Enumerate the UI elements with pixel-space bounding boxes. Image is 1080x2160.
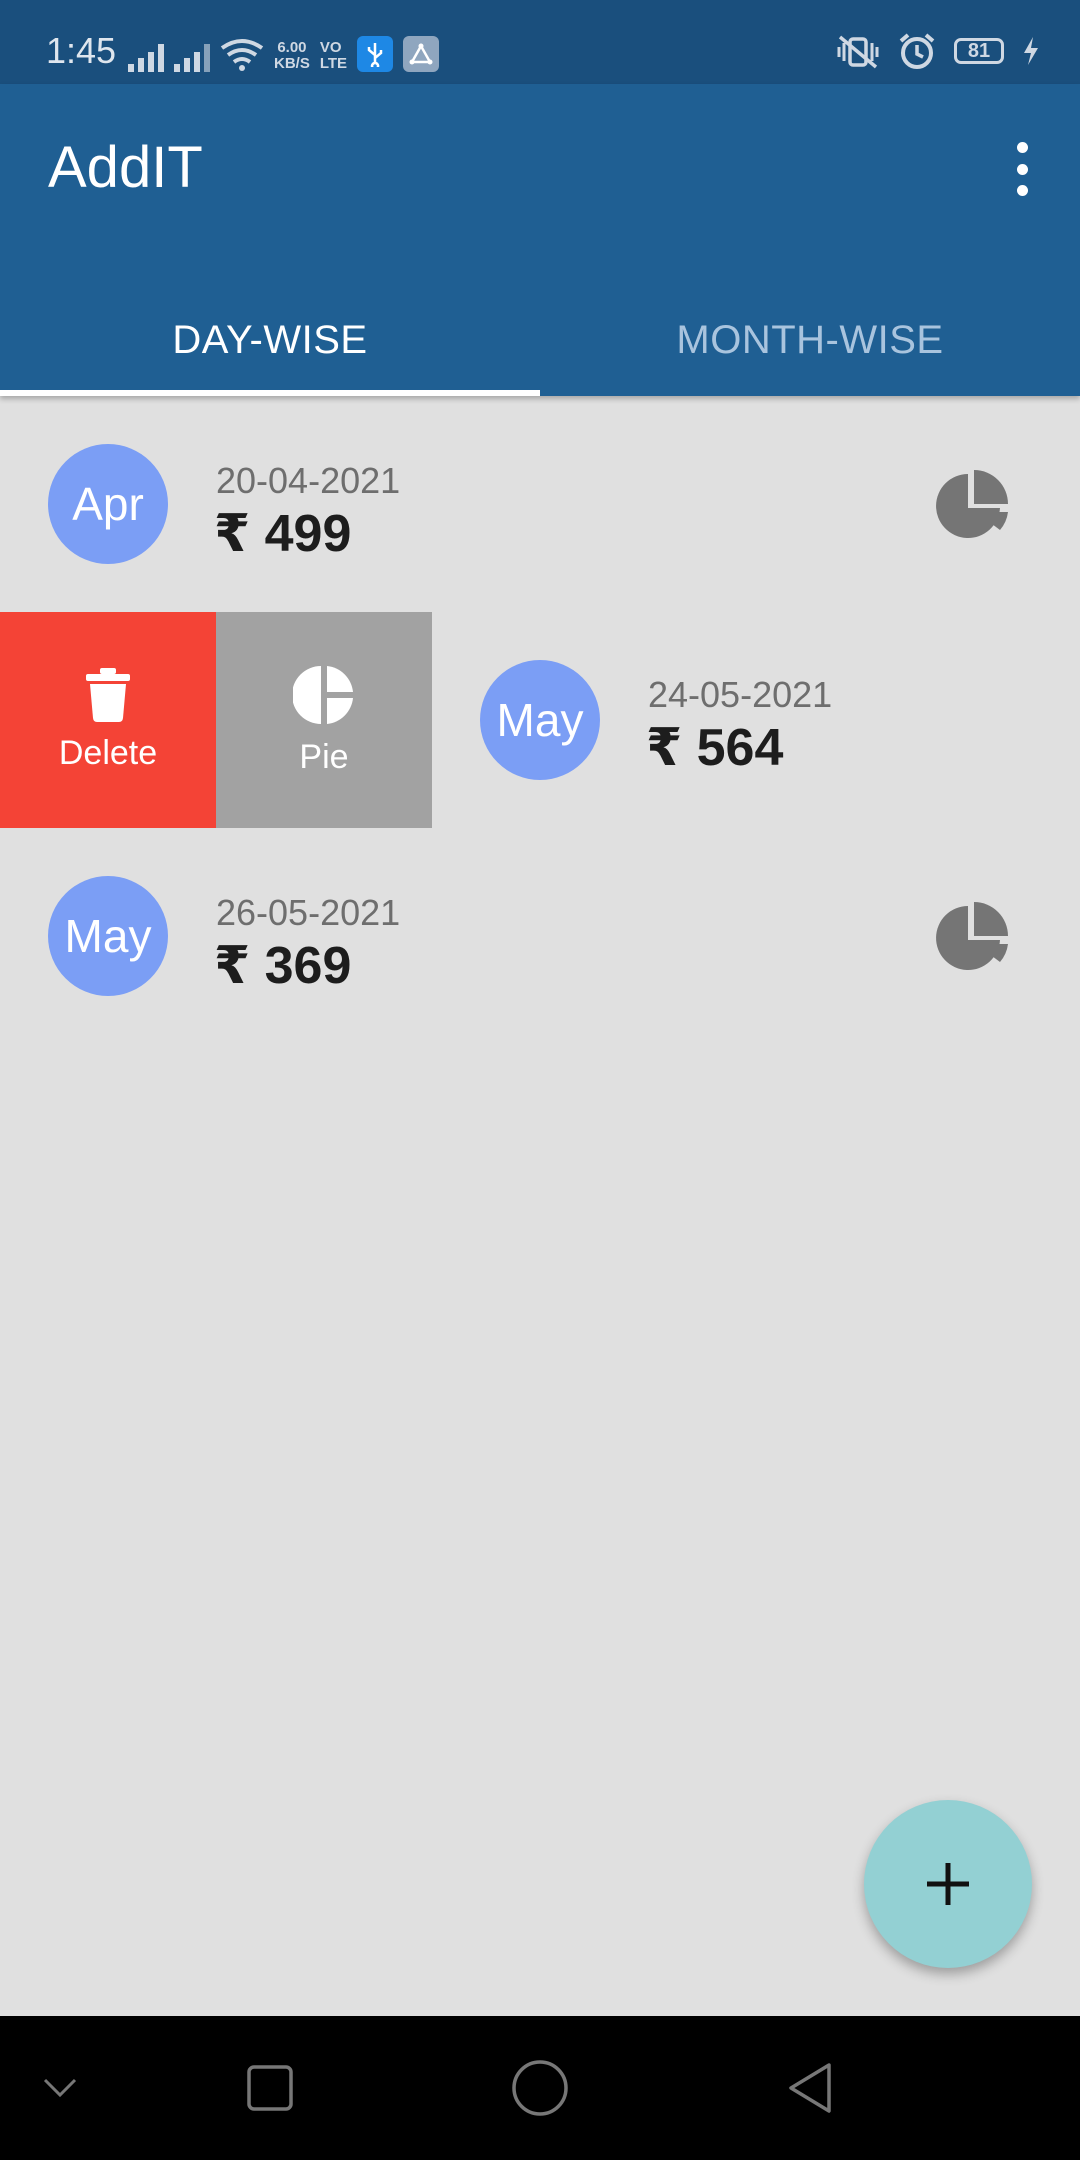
usb-icon bbox=[357, 36, 394, 72]
entry-amount: ₹ 499 bbox=[214, 505, 352, 563]
network-speed-value: 6.00 bbox=[277, 39, 307, 56]
status-time: 1:45 bbox=[46, 30, 117, 71]
entry-date: 20-04-2021 bbox=[216, 460, 401, 501]
tab-month-wise[interactable]: MONTH-WISE bbox=[540, 284, 1080, 396]
entry-date: 24-05-2021 bbox=[648, 674, 833, 715]
status-icons-right: 81 bbox=[836, 32, 1040, 70]
circle-icon bbox=[512, 2060, 568, 2116]
entry-date: 26-05-2021 bbox=[216, 892, 401, 933]
network-speed: 6.00 KB/S bbox=[274, 40, 310, 72]
month-avatar: Apr bbox=[48, 444, 168, 564]
square-icon bbox=[247, 2065, 293, 2111]
battery-icon: 81 bbox=[954, 38, 1004, 64]
list-item-swiped[interactable]: Delete Pie May 24-05-2021 ₹ 564 bbox=[0, 612, 1080, 828]
entry-amount: ₹ 564 bbox=[646, 719, 784, 777]
signal-icon bbox=[128, 40, 164, 72]
wifi-icon bbox=[220, 39, 264, 71]
pie-chart-icon[interactable] bbox=[934, 468, 1010, 544]
entry-amount: ₹ 369 bbox=[214, 937, 352, 995]
menu-dot bbox=[1016, 185, 1028, 196]
network-speed-unit: KB/S bbox=[274, 55, 310, 72]
signal-icon-2 bbox=[174, 40, 210, 72]
pie-action-label: Pie bbox=[299, 737, 349, 776]
tab-day-wise[interactable]: DAY-WISE bbox=[0, 284, 540, 396]
menu-dot bbox=[1016, 142, 1028, 153]
nav-collapse-button[interactable] bbox=[0, 2016, 120, 2160]
volte-indicator: VO LTE bbox=[320, 40, 347, 72]
status-icons-left: 6.00 KB/S VO LTE bbox=[128, 32, 440, 72]
nav-back-button[interactable] bbox=[750, 2016, 870, 2160]
volte-line2: LTE bbox=[319, 55, 348, 72]
alarm-icon bbox=[899, 33, 935, 69]
app-notification-icon bbox=[403, 36, 440, 72]
month-avatar: May bbox=[48, 876, 168, 996]
add-entry-fab[interactable] bbox=[864, 1800, 1032, 1968]
list-item[interactable]: Apr 20-04-2021 ₹ 499 bbox=[0, 398, 1080, 614]
charging-icon bbox=[1024, 37, 1038, 65]
app-title: AddIT bbox=[48, 135, 203, 200]
vibrate-icon bbox=[837, 35, 879, 69]
menu-dot bbox=[1016, 163, 1028, 175]
system-nav-bar bbox=[0, 2016, 1080, 2160]
pie-chart-icon[interactable] bbox=[934, 900, 1010, 976]
overflow-menu-button[interactable] bbox=[1004, 134, 1040, 204]
back-triangle-icon bbox=[789, 2063, 831, 2113]
pie-action-button[interactable]: Pie bbox=[216, 612, 432, 828]
tab-indicator bbox=[0, 390, 540, 396]
delete-action-label: Delete bbox=[58, 733, 158, 772]
volte-line1: VO bbox=[319, 39, 342, 56]
chevron-down-icon bbox=[43, 2078, 77, 2098]
nav-recents-button[interactable] bbox=[210, 2016, 330, 2160]
plus-icon bbox=[927, 1863, 969, 1905]
pie-chart-icon bbox=[293, 665, 353, 724]
delete-action-button[interactable]: Delete bbox=[0, 612, 216, 828]
app-bar: AddIT DAY-WISE MONTH-WISE bbox=[0, 84, 1080, 396]
month-avatar: May bbox=[480, 660, 600, 780]
status-bar: 1:45 6.00 KB/S VO LTE 81 bbox=[0, 0, 1080, 84]
trash-icon bbox=[86, 667, 130, 722]
list-item[interactable]: May 26-05-2021 ₹ 369 bbox=[0, 830, 1080, 1046]
nav-home-button[interactable] bbox=[480, 2016, 600, 2160]
